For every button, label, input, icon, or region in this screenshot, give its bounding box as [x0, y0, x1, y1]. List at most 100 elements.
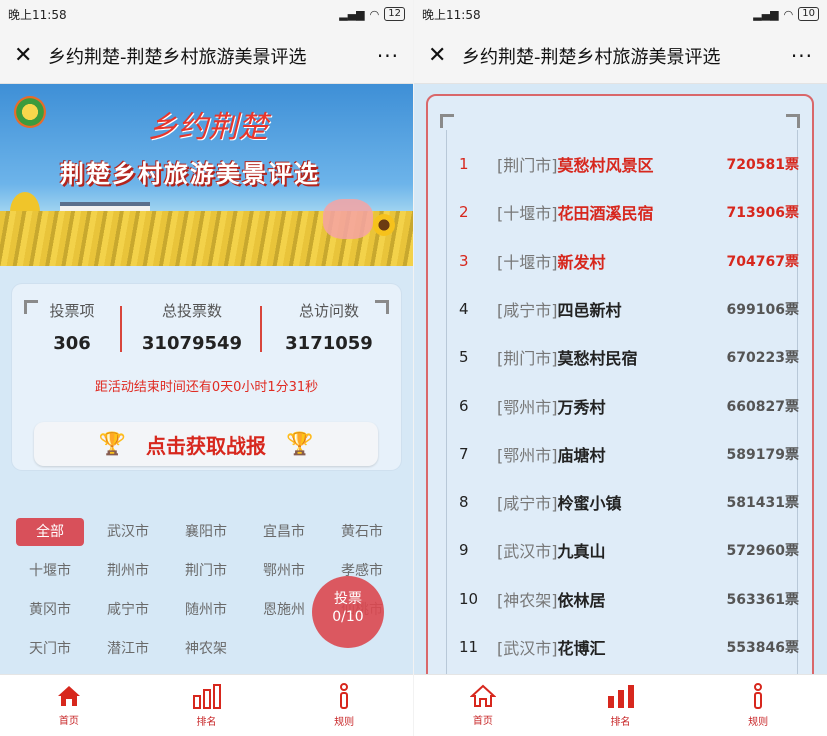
signal-icon: ▂▄▆ — [753, 7, 779, 21]
bar-chart-icon — [607, 685, 634, 708]
rank-spot-name: 柃蜜小镇 — [557, 494, 622, 514]
sunflower-icon — [373, 214, 395, 236]
rank-number: 4 — [459, 299, 469, 318]
vote-count: 0/10 — [332, 609, 364, 625]
rank-votes: 670223票 — [726, 350, 799, 367]
city-filter-item[interactable]: 襄阳市 — [172, 518, 240, 546]
tab-home[interactable]: 首页 — [0, 675, 138, 736]
rank-spot-name: 花博汇 — [557, 639, 606, 658]
rank-spot-name: 莫愁村风景区 — [557, 156, 654, 175]
wifi-icon: ◠ — [783, 7, 794, 21]
rank-spot-name: 新发村 — [557, 252, 606, 272]
city-filter-item[interactable]: 荆门市 — [172, 557, 240, 585]
countdown-text: 距活动结束时间还有0天0小时1分31秒 — [94, 380, 319, 395]
tab-rules[interactable]: 规则 — [689, 675, 827, 736]
report-button-label: 点击获取战报 — [146, 433, 266, 458]
rank-number: 11 — [459, 638, 479, 656]
rank-number: 2 — [459, 203, 469, 222]
rank-city: [咸宁市] — [497, 300, 558, 320]
ranking-screen: 晚上11:58 ▂▄▆ ◠ 10 ✕ 乡约荆楚-荆楚乡村旅游美景评选 ··· 1… — [414, 0, 827, 736]
city-filter-item[interactable]: 宜昌市 — [250, 518, 318, 546]
city-filter-item[interactable]: 恩施州 — [250, 596, 318, 624]
ranking-row[interactable]: 9 [武汉市] 九真山 572960票 — [459, 526, 799, 574]
city-filter-item[interactable]: 随州市 — [172, 596, 240, 624]
ranking-row[interactable]: 3 [十堰市] 新发村 704767票 — [459, 237, 799, 285]
tab-ranking[interactable]: 排名 — [552, 675, 690, 736]
city-filter-item[interactable]: 黄石市 — [328, 518, 396, 546]
stats-card: 投票项 306 总投票数 31079549 总访问数 3171059 距活动结束… — [12, 284, 401, 470]
info-icon — [340, 683, 349, 709]
logo-icon — [14, 96, 46, 128]
rank-city: [鄂州市] — [497, 445, 558, 465]
rank-number: 3 — [459, 251, 469, 270]
vote-floating-button[interactable]: 投票 0/10 — [312, 576, 384, 648]
rank-city: [荆门市] — [497, 156, 558, 175]
home-icon — [57, 686, 80, 706]
city-filter-item[interactable]: 咸宁市 — [94, 596, 162, 624]
rank-city: [咸宁市] — [497, 494, 558, 514]
ranking-row[interactable]: 11 [武汉市] 花博汇 553846票 — [459, 623, 799, 671]
trophy-icon: 🏆 — [286, 431, 314, 457]
ranking-row[interactable]: 8 [咸宁市] 柃蜜小镇 581431票 — [459, 478, 799, 526]
title-bar: ✕ 乡约荆楚-荆楚乡村旅游美景评选 ··· — [0, 28, 413, 84]
ranking-row[interactable]: 10 [神农架] 依林居 563361票 — [459, 575, 799, 623]
rank-spot-name: 花田酒溪民宿 — [557, 204, 654, 224]
tab-rules[interactable]: 规则 — [275, 675, 413, 736]
ranking-list: 1 [荆门市] 莫愁村风景区 720581票 2 [十堰市] 花田酒溪民宿 713906票 3[… — [446, 130, 799, 690]
more-icon[interactable]: ··· — [791, 44, 813, 68]
ranking-row[interactable]: 4 [咸宁市] 四邑新村 699106票 — [459, 285, 799, 333]
status-bar: 晚上11:58 ▂▄▆ ◠ 10 — [414, 0, 827, 28]
city-filter-item[interactable]: 天门市 — [16, 635, 84, 663]
city-filter-item[interactable]: 武汉市 — [94, 518, 162, 546]
city-filter-item[interactable]: 鄂州市 — [250, 557, 318, 585]
ranking-row[interactable]: 6 [鄂州市] 万秀村 660827票 — [459, 382, 799, 430]
wifi-icon: ◠ — [369, 7, 380, 21]
tab-home[interactable]: 首页 — [414, 675, 552, 736]
rank-votes: 572960票 — [726, 543, 799, 560]
ranking-row[interactable]: 7 [鄂州市] 庙塘村 589179票 — [459, 430, 799, 478]
rank-spot-name: 依林居 — [557, 590, 606, 610]
city-filter-item[interactable]: 十堰市 — [16, 557, 84, 585]
corner-ornament — [786, 114, 800, 128]
ranking-row[interactable]: 5 [荆门市] 莫愁村民宿 670223票 — [459, 333, 799, 381]
rank-spot-name: 莫愁村民宿 — [557, 349, 638, 369]
city-filter-item[interactable]: 全部 — [16, 518, 84, 546]
banner-brand: 乡约荆楚 — [148, 110, 268, 145]
rank-city: [十堰市] — [497, 252, 558, 272]
family-decoration — [323, 199, 373, 239]
status-time: 晚上11:58 — [422, 7, 481, 22]
corner-ornament — [440, 114, 454, 128]
rank-number: 10 — [459, 589, 479, 608]
city-filter-item[interactable]: 潜江市 — [94, 635, 162, 663]
battery-icon: 12 — [384, 7, 405, 21]
rank-city: [武汉市] — [497, 639, 558, 658]
city-filter-item[interactable]: 荆州市 — [94, 557, 162, 585]
city-filter-item[interactable]: 神农架 — [172, 635, 240, 663]
close-icon[interactable]: ✕ — [428, 43, 446, 68]
rank-city: [鄂州市] — [497, 397, 558, 417]
banner: 乡约荆楚 荆楚乡村旅游美景评选 — [0, 84, 413, 266]
rank-number: 1 — [459, 155, 469, 173]
more-icon[interactable]: ··· — [377, 44, 399, 68]
rank-number: 7 — [459, 444, 469, 463]
ranking-row[interactable]: 2 [十堰市] 花田酒溪民宿 713906票 — [459, 188, 799, 236]
rank-city: [荆门市] — [497, 349, 558, 369]
status-bar: 晚上11:58 ▂▄▆ ◠ 12 — [0, 0, 413, 28]
city-filter-item[interactable]: 黄冈市 — [16, 596, 84, 624]
tab-ranking[interactable]: 排名 — [138, 675, 276, 736]
home-screen: 晚上11:58 ▂▄▆ ◠ 12 ✕ 乡约荆楚-荆楚乡村旅游美景评选 ··· 乡… — [0, 0, 413, 736]
get-report-button[interactable]: 🏆 点击获取战报 🏆 — [34, 422, 378, 466]
rank-number: 5 — [459, 348, 469, 367]
corner-ornament — [24, 300, 38, 314]
rank-votes: 713906票 — [726, 205, 799, 222]
rank-spot-name: 九真山 — [557, 542, 606, 562]
divider — [260, 306, 262, 352]
ranking-row[interactable]: 1 [荆门市] 莫愁村风景区 720581票 — [459, 140, 799, 188]
status-time: 晚上11:58 — [8, 7, 67, 22]
home-icon — [469, 684, 496, 707]
close-icon[interactable]: ✕ — [14, 43, 32, 68]
rank-votes: 660827票 — [726, 398, 799, 415]
signal-icon: ▂▄▆ — [339, 7, 365, 21]
stat-vote-items: 投票项 306 — [49, 302, 95, 354]
rank-spot-name: 庙塘村 — [557, 445, 606, 465]
